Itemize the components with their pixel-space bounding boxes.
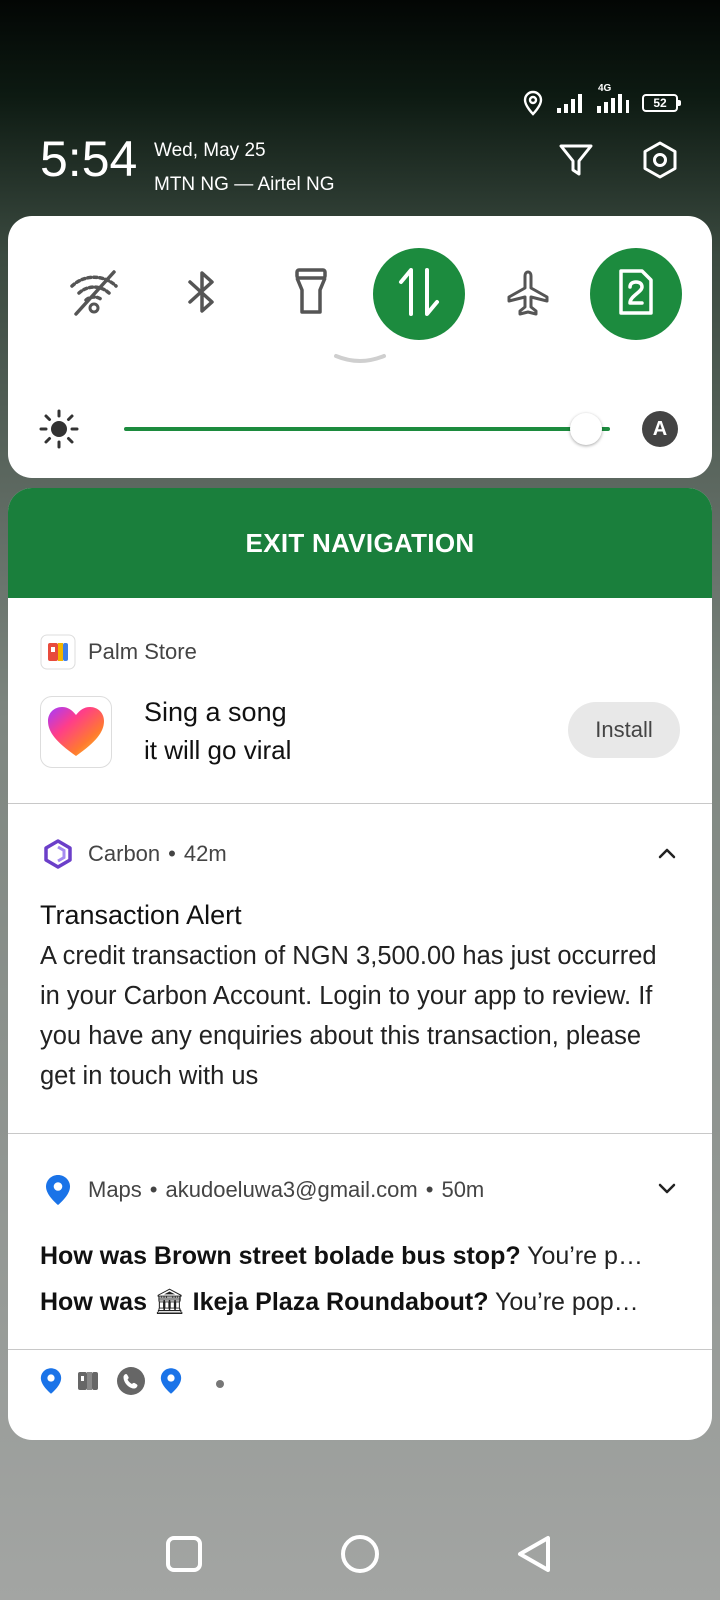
exit-navigation-button[interactable]: EXIT NAVIGATION [8,488,712,598]
maps-message-2: How was 🏛 Ikeja Plaza Roundabout? You’re… [40,1288,639,1316]
auto-brightness-button[interactable]: A [642,411,678,447]
carbon-icon [40,836,76,872]
airplane-tile[interactable] [482,248,574,340]
likee-app-icon [40,696,112,768]
recents-button[interactable] [162,1532,206,1576]
palm-store-app-name: Palm Store [88,639,197,664]
maps-pin-icon [40,1367,62,1400]
palm-store-notification[interactable]: Palm Store Sing a song it will go viral … [8,598,712,804]
date: Wed, May 25 [154,140,266,161]
chevron-down-icon[interactable] [658,1182,676,1200]
install-button[interactable]: Install [568,702,680,758]
signal-4g-icon: 4G [596,84,630,114]
sim-2-icon [616,267,656,322]
airplane-icon [504,268,552,321]
home-button[interactable] [338,1532,382,1576]
mobile-data-tile[interactable] [373,248,466,340]
brightness-slider-track[interactable] [124,427,610,431]
maps-account: akudoeluwa3@gmail.com [165,1177,418,1202]
carbon-notification[interactable]: Carbon • 42m Transaction Alert A credit … [8,804,712,1134]
mobile-data-icon [397,266,441,323]
maps-message-1: How was Brown street bolade bus stop? Yo… [40,1242,643,1270]
palm-store-icon [76,1368,102,1399]
chevron-up-icon[interactable] [658,846,676,864]
flashlight-tile[interactable] [265,248,357,340]
clock: 5:54 [40,131,138,187]
notification-subtitle: it will go viral [144,735,292,765]
settings-icon[interactable] [640,140,680,180]
notification-overflow-row[interactable] [40,1366,224,1401]
notification-time: 50m [441,1177,485,1202]
filter-icon[interactable] [556,140,596,180]
back-button[interactable] [514,1532,558,1576]
signal-icon [556,92,584,114]
more-dot-icon [216,1379,224,1388]
brightness-control: A [38,404,692,454]
battery-icon: 52 [642,94,681,112]
wifi-off-icon [68,268,120,321]
maps-pin-icon [40,1172,76,1208]
bluetooth-icon [184,268,220,321]
navigation-bar [0,1520,720,1590]
date-carrier-block: Wed, May 25 MTN NG — Airtel NG [154,134,335,202]
notification-body: A credit transaction of NGN 3,500.00 has… [40,942,657,1090]
location-icon [522,90,544,116]
status-bar: 4G 52 [0,84,720,122]
notification-title: Transaction Alert [40,900,242,930]
header: 5:54 Wed, May 25 MTN NG — Airtel NG [40,130,680,200]
carrier-names: MTN NG — Airtel NG [154,174,335,195]
phone-icon [116,1366,146,1401]
quick-settings-panel: A [8,216,712,478]
brightness-slider-thumb[interactable] [569,413,602,445]
notification-time: 42m [183,841,227,866]
maps-notification[interactable]: Maps • akudoeluwa3@gmail.com • 50m How w… [8,1134,712,1350]
notification-title: Sing a song [144,697,287,727]
notification-stack: EXIT NAVIGATION Palm Store Sing a song i… [8,488,712,1440]
palm-store-icon [40,634,76,670]
brightness-icon [38,408,80,455]
battery-level: 52 [653,96,667,110]
flashlight-icon [291,267,331,322]
carbon-app-name: Carbon [88,841,161,866]
landmark-emoji: 🏛 [153,1288,186,1316]
bluetooth-tile[interactable] [156,248,248,340]
maps-app-name: Maps [88,1177,142,1202]
maps-pin-icon [160,1367,182,1400]
wifi-tile[interactable] [48,248,140,340]
expand-handle[interactable] [332,352,388,366]
sim-tile[interactable] [589,248,682,340]
